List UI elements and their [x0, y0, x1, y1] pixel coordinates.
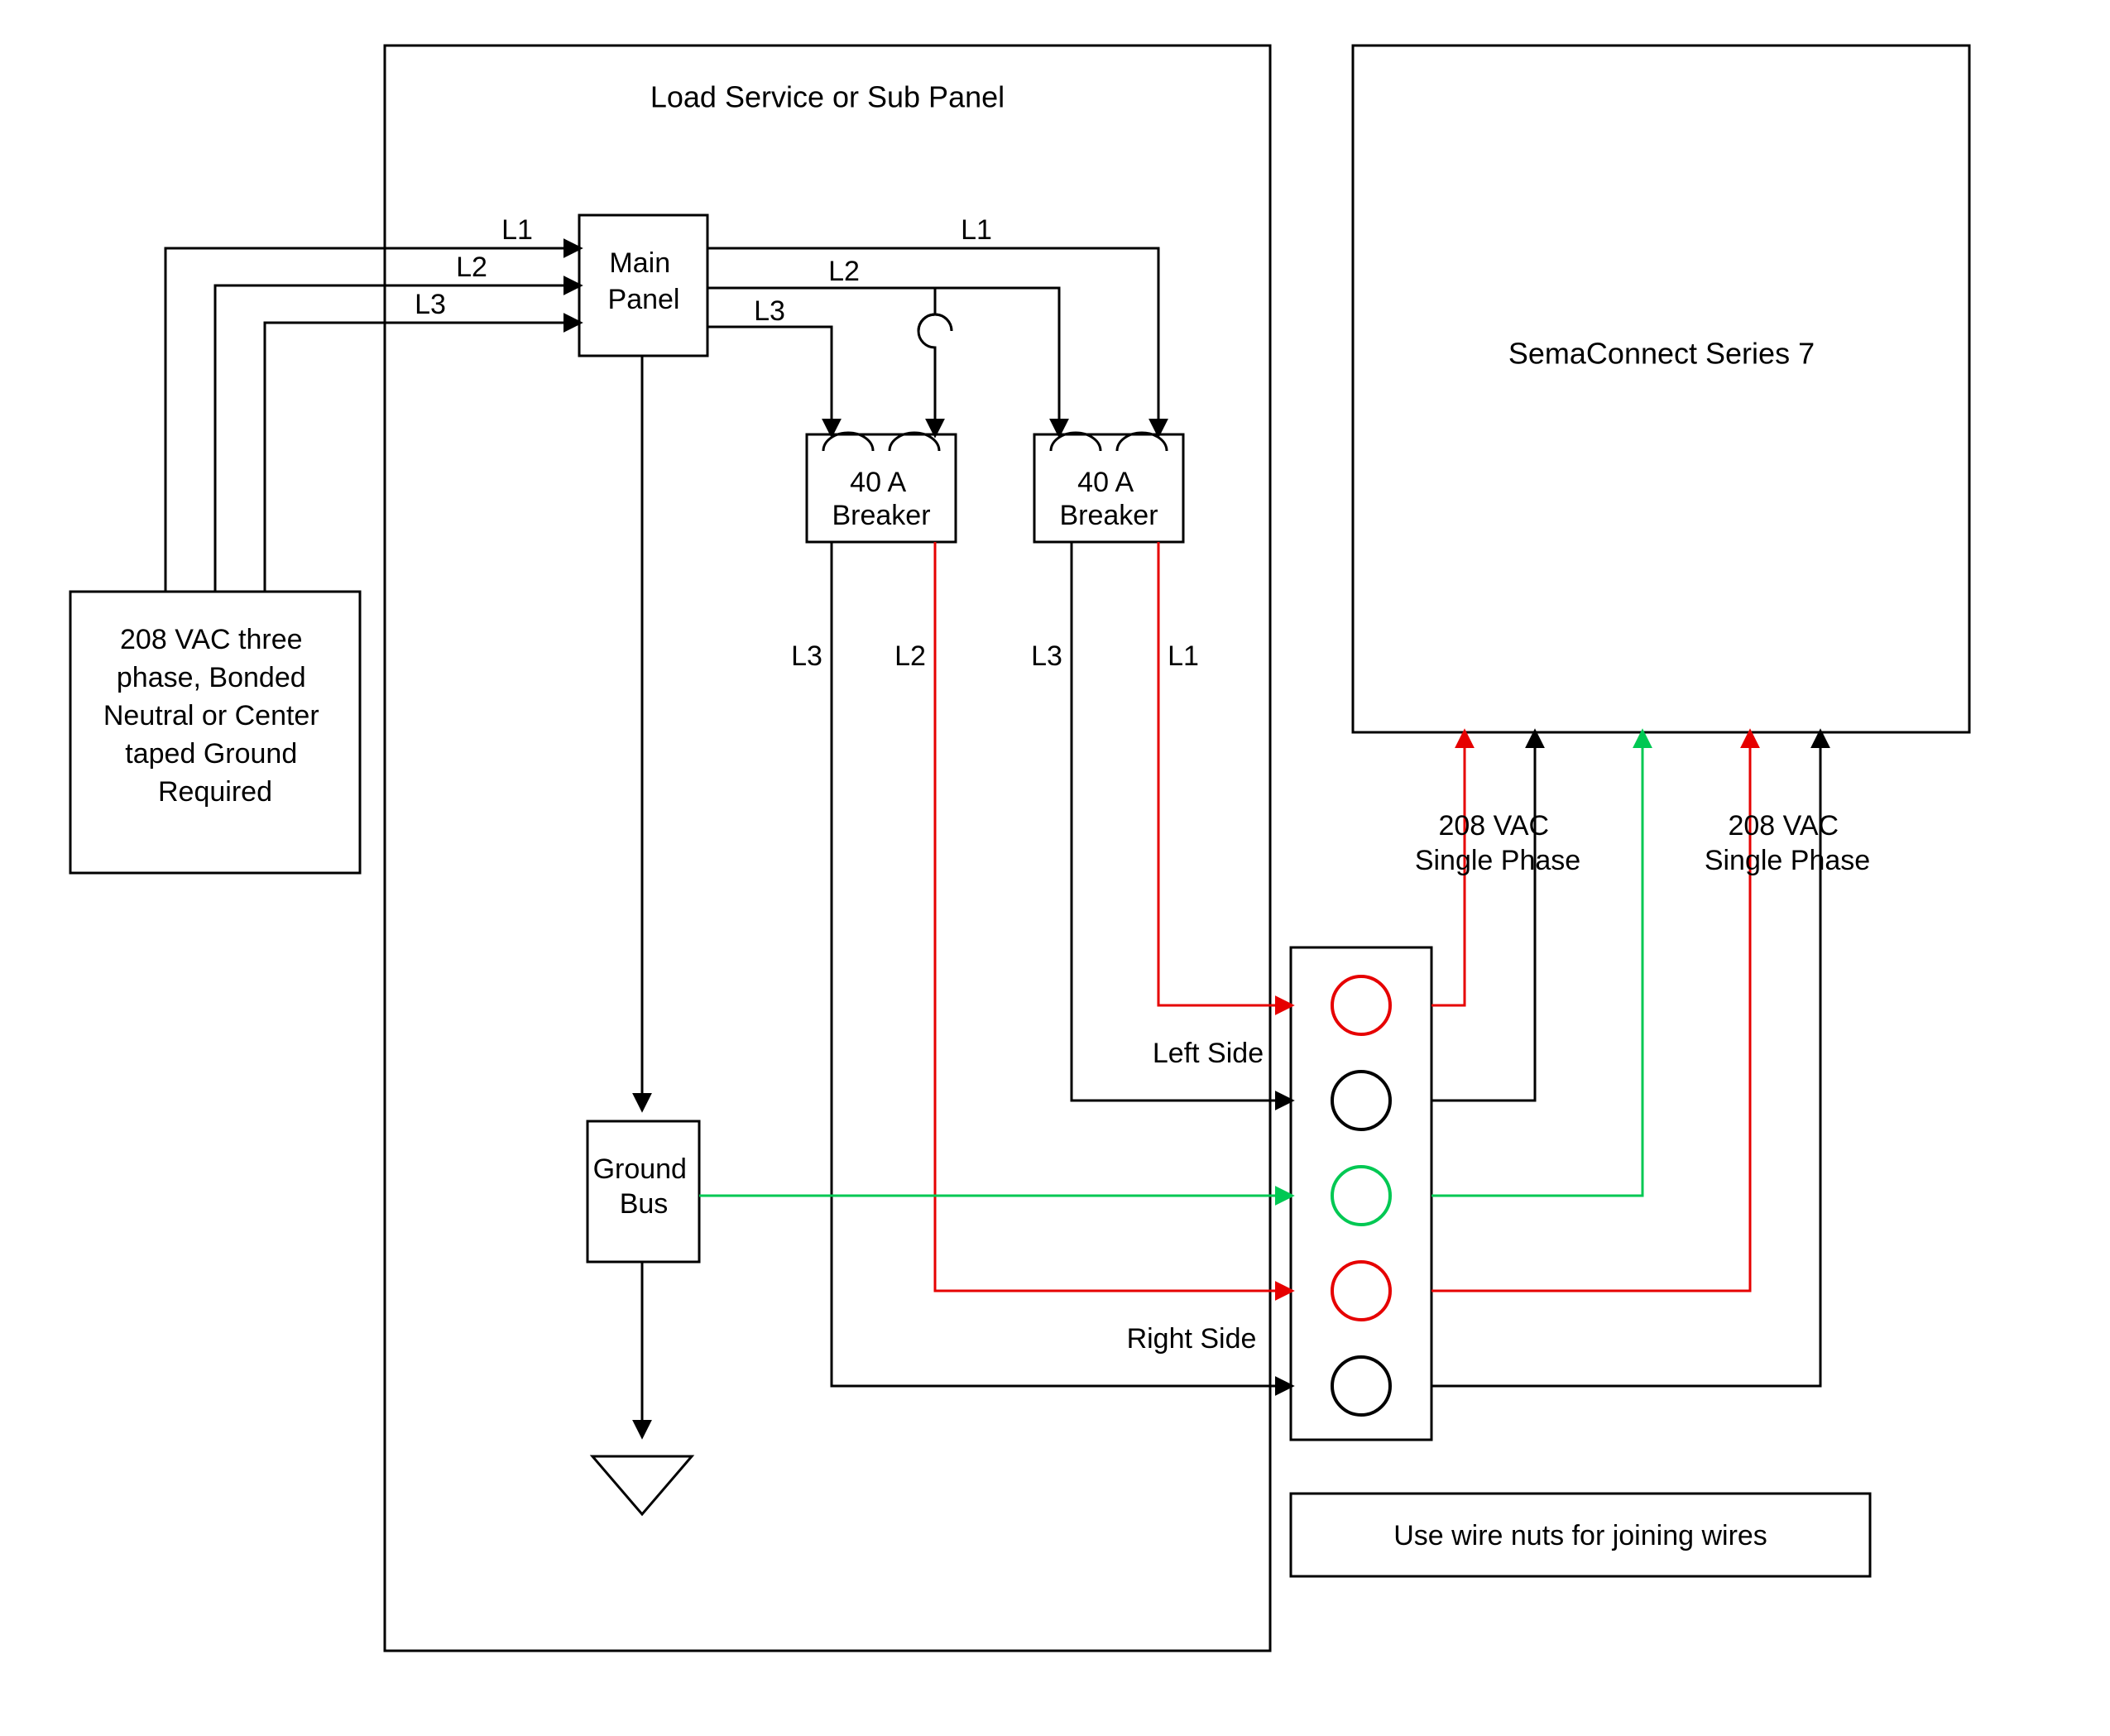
source-line2: phase, Bonded	[117, 662, 306, 693]
note-text: Use wire nuts for joining wires	[1393, 1520, 1767, 1551]
b2-out-L3: L3	[1031, 640, 1062, 672]
breaker2-l1: 40 A	[1077, 467, 1134, 498]
phase2-l2: Single Phase	[1705, 845, 1870, 876]
phase1-l2: Single Phase	[1415, 845, 1580, 876]
b1-out-L2: L2	[894, 640, 926, 672]
main-panel-l1: Main	[609, 247, 670, 279]
phase2-l1: 208 VAC	[1728, 810, 1839, 842]
right-side-label: Right Side	[1127, 1323, 1257, 1355]
source-line4: taped Ground	[125, 738, 297, 770]
wire-t3-to-device-grn	[1431, 732, 1642, 1196]
mp-out-L1-label: L1	[961, 214, 992, 246]
ground-bus-l2: Bus	[620, 1188, 669, 1220]
svg-text:208 VAC Single Phase: 208 VAC Single Phase	[1705, 810, 1870, 876]
mp-out-L2-label: L2	[828, 256, 860, 287]
source-line5: Required	[158, 776, 272, 808]
breaker1-l2: Breaker	[832, 500, 930, 531]
svg-text:208 VAC Single Phase: 208 VAC Single Phase	[1415, 810, 1580, 876]
ground-bus-l1: Ground	[593, 1153, 687, 1185]
b2-out-L1: L1	[1168, 640, 1199, 672]
breaker1-l1: 40 A	[850, 467, 906, 498]
feed-L1-label: L1	[501, 214, 533, 246]
feed-L2-label: L2	[456, 252, 487, 283]
left-side-label: Left Side	[1153, 1038, 1264, 1069]
semaconnect-label: SemaConnect Series 7	[1508, 337, 1815, 371]
breaker2-l2: Breaker	[1059, 500, 1158, 531]
wiring-diagram: Load Service or Sub Panel 208 VAC three …	[0, 0, 2110, 1736]
wire-t2-to-device-blk	[1431, 732, 1535, 1101]
sub-panel-title: Load Service or Sub Panel	[650, 80, 1005, 114]
semaconnect-box	[1353, 46, 1969, 732]
b1-out-L3: L3	[791, 640, 822, 672]
terminal-strip-box	[1291, 947, 1431, 1440]
source-line1: 208 VAC three	[120, 624, 303, 655]
feed-L3-label: L3	[415, 289, 446, 320]
main-panel-l2: Panel	[608, 284, 680, 315]
mp-out-L3-label: L3	[754, 295, 785, 327]
source-line3: Neutral or Center	[103, 700, 319, 731]
phase1-l1: 208 VAC	[1438, 810, 1549, 842]
